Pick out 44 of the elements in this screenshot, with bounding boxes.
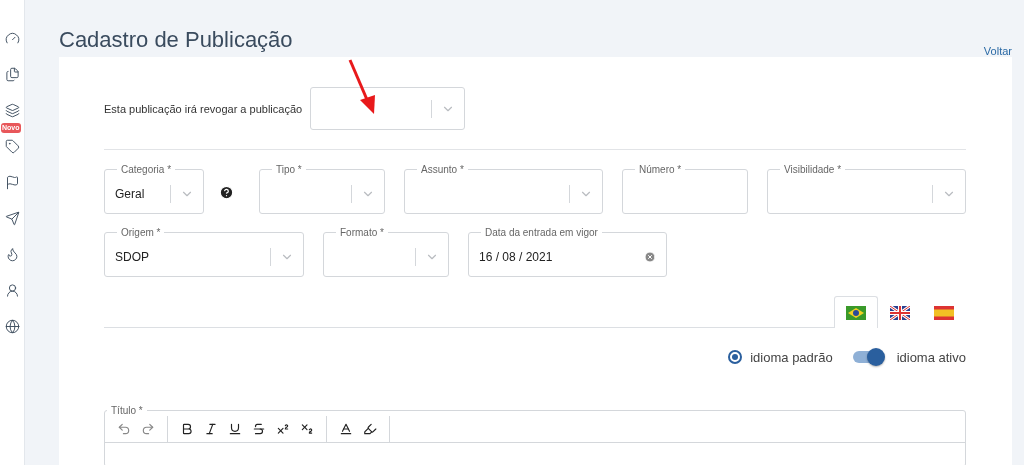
uk-flag-icon	[890, 305, 910, 320]
select-value: Geral	[115, 187, 146, 201]
field-label: Categoria *	[120, 164, 173, 175]
field-label: Origem *	[120, 227, 162, 238]
select-field[interactable]: Origem * SDOP	[104, 227, 304, 277]
flame-icon[interactable]	[4, 246, 20, 262]
help-icon[interactable]	[219, 184, 234, 200]
select-field[interactable]: Visibilidade *	[767, 164, 966, 214]
date-value: 16 / 08 / 2021	[479, 250, 554, 264]
gauge-icon[interactable]	[4, 30, 20, 46]
field-label: Data da entrada em vigor	[484, 227, 599, 238]
rich-text-editor[interactable]: Título *	[104, 405, 966, 465]
back-link[interactable]: Voltar	[983, 45, 1012, 57]
select-field[interactable]: Tipo *	[259, 164, 385, 214]
select-value: SDOP	[115, 250, 150, 264]
page-title: Cadastro de Publicação	[59, 27, 293, 53]
toggle-switch[interactable]	[852, 351, 883, 363]
date-field[interactable]: Data da entrada em vigor 16 / 08 / 2021	[468, 227, 667, 277]
clear-icon[interactable]	[644, 251, 656, 263]
field-label: Título *	[110, 405, 144, 416]
field-label: Formato *	[339, 227, 385, 238]
paper-plane-icon[interactable]	[4, 210, 20, 226]
files-icon[interactable]	[4, 66, 20, 82]
field-label: Assunto *	[420, 164, 465, 175]
select-field[interactable]: Assunto *	[404, 164, 603, 214]
flag-icon[interactable]	[4, 174, 20, 190]
option-label: idioma padrão	[750, 349, 833, 365]
globe-icon[interactable]	[4, 318, 20, 334]
brazil-flag-icon	[846, 305, 866, 320]
spain-flag-icon	[934, 305, 954, 320]
field-label: Tipo *	[275, 164, 303, 175]
option-label: idioma ativo	[896, 349, 966, 365]
language-tab[interactable]	[834, 296, 878, 328]
user-icon[interactable]	[4, 282, 20, 298]
select-field[interactable]: Formato *	[323, 227, 449, 277]
select-field[interactable]	[310, 87, 466, 130]
radio-button[interactable]	[728, 350, 743, 364]
revoke-label: Esta publicação irá revogar a publicação	[104, 102, 303, 115]
tag-icon[interactable]	[4, 138, 20, 154]
field-label: Visibilidade *	[783, 164, 843, 175]
select-field[interactable]: Categoria * Geral	[104, 164, 204, 214]
input-field[interactable]: Número *	[622, 164, 748, 214]
layers-icon[interactable]	[4, 102, 20, 118]
field-label: Número *	[638, 164, 683, 175]
